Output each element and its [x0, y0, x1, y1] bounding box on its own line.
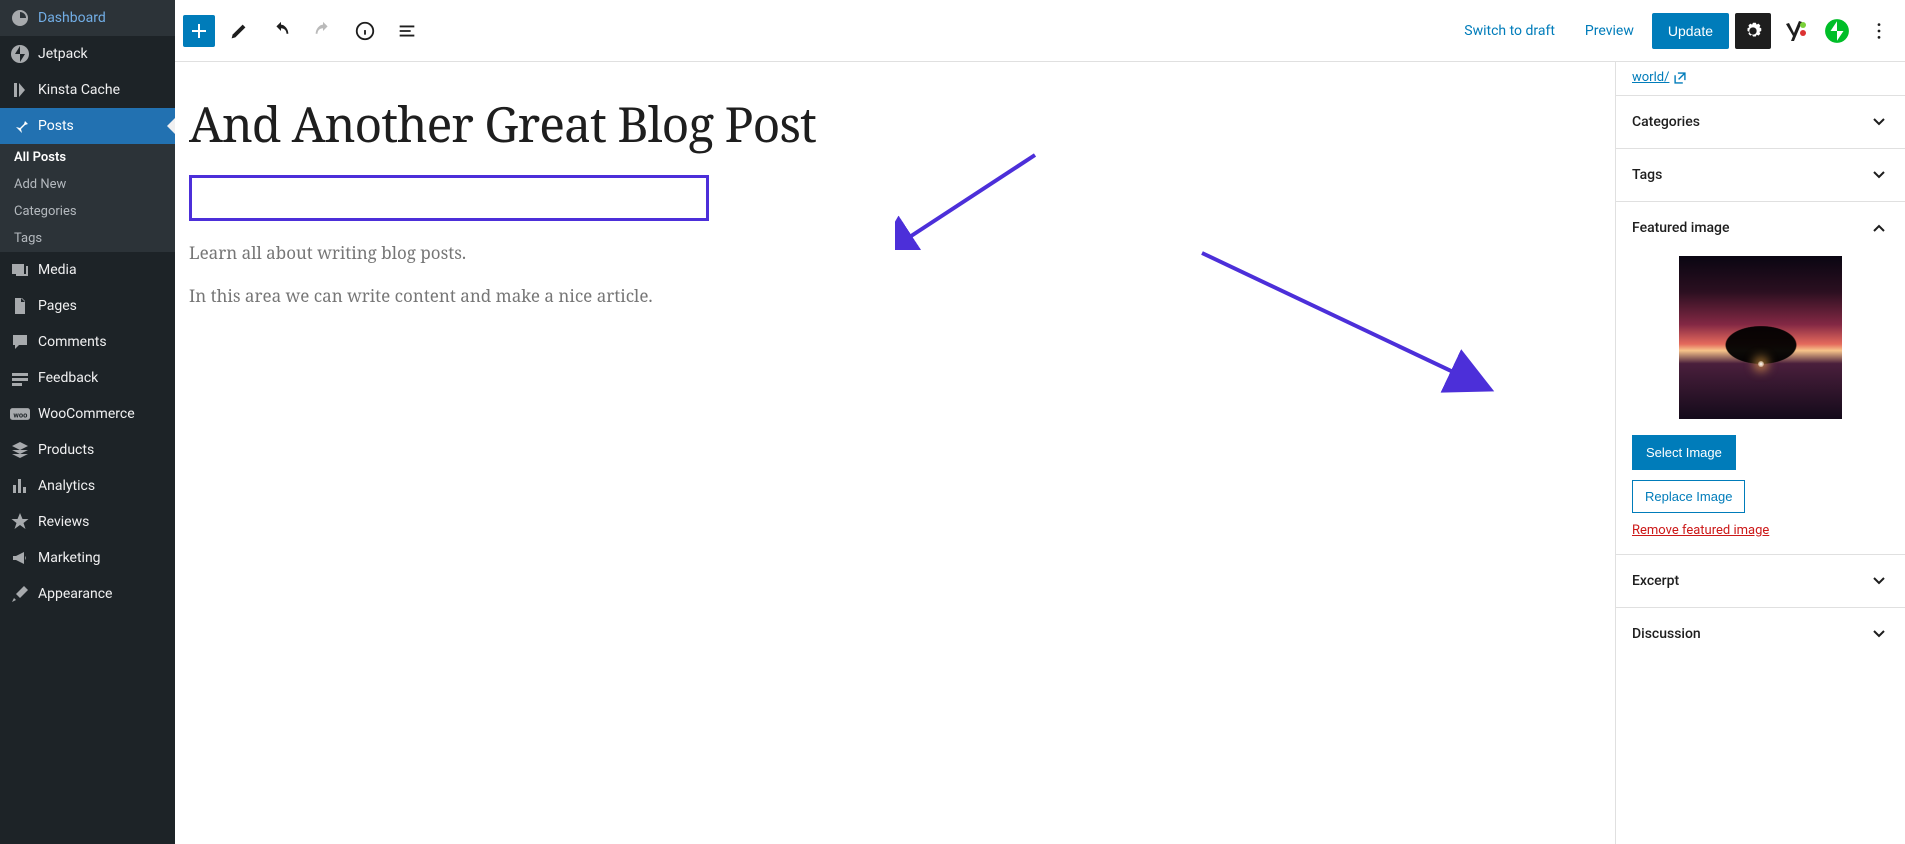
panel-section-discussion[interactable]: Discussion: [1616, 608, 1905, 660]
settings-panel: world/ Categories Tags: [1615, 62, 1905, 844]
sidebar-label: Analytics: [38, 478, 95, 494]
sidebar-item-reviews[interactable]: Reviews: [0, 504, 175, 540]
svg-text:woo: woo: [13, 410, 27, 419]
sidebar-item-analytics[interactable]: Analytics: [0, 468, 175, 504]
remove-featured-image-link[interactable]: Remove featured image: [1632, 523, 1889, 538]
dashboard-icon: [10, 8, 30, 28]
chevron-down-icon: [1869, 571, 1889, 591]
annotation-arrow: [1197, 248, 1497, 398]
undo-button[interactable]: [263, 13, 299, 49]
panel-section-label: Tags: [1632, 167, 1662, 183]
sidebar-item-products[interactable]: Products: [0, 432, 175, 468]
megaphone-icon: [10, 548, 30, 568]
sidebar-item-feedback[interactable]: Feedback: [0, 360, 175, 396]
permalink-link[interactable]: world/: [1632, 70, 1687, 85]
bottom-spacer: [207, 627, 1193, 655]
sidebar-item-appearance[interactable]: Appearance: [0, 576, 175, 612]
sidebar-subitem-add-new[interactable]: Add New: [0, 171, 175, 198]
woocommerce-icon: woo: [10, 404, 30, 424]
panel-section-categories[interactable]: Categories: [1616, 96, 1905, 148]
sidebar-label: Posts: [38, 118, 74, 134]
settings-button[interactable]: [1735, 13, 1771, 49]
editor-canvas-scroll[interactable]: And Another Great Blog Post Learn all ab…: [175, 62, 1615, 844]
sidebar-label: WooCommerce: [38, 406, 135, 422]
sidebar-label: Jetpack: [38, 46, 88, 62]
sidebar-label: Pages: [38, 298, 77, 314]
sidebar-label: Kinsta Cache: [38, 82, 120, 98]
sidebar-item-pages[interactable]: Pages: [0, 288, 175, 324]
sidebar-label: Marketing: [38, 550, 101, 566]
panel-section-label: Discussion: [1632, 626, 1701, 642]
sidebar-subitem-all-posts[interactable]: All Posts: [0, 144, 175, 171]
panel-section-label: Excerpt: [1632, 573, 1679, 589]
featured-image-thumbnail[interactable]: [1679, 256, 1842, 419]
kinsta-icon: [10, 80, 30, 100]
sidebar-item-comments[interactable]: Comments: [0, 324, 175, 360]
media-icon: [10, 260, 30, 280]
feedback-icon: [10, 368, 30, 388]
redo-button[interactable]: [305, 13, 341, 49]
star-icon: [10, 512, 30, 532]
brush-icon: [10, 584, 30, 604]
switch-to-draft-button[interactable]: Switch to draft: [1452, 17, 1567, 45]
panel-section-label: Featured image: [1632, 220, 1730, 236]
sidebar-label: Reviews: [38, 514, 89, 530]
sidebar-subitem-tags[interactable]: Tags: [0, 225, 175, 252]
sidebar-item-woocommerce[interactable]: woo WooCommerce: [0, 396, 175, 432]
panel-section-excerpt[interactable]: Excerpt: [1616, 555, 1905, 607]
sidebar-label: Appearance: [38, 586, 112, 602]
sidebar-item-kinsta[interactable]: Kinsta Cache: [0, 72, 175, 108]
panel-section-featured-image[interactable]: Featured image: [1616, 202, 1905, 254]
chevron-up-icon: [1869, 218, 1889, 238]
post-title[interactable]: And Another Great Blog Post: [189, 92, 1211, 157]
sidebar-label: Products: [38, 442, 94, 458]
chevron-down-icon: [1869, 624, 1889, 644]
info-button[interactable]: [347, 13, 383, 49]
more-options-button[interactable]: [1861, 13, 1897, 49]
panel-section-tags[interactable]: Tags: [1616, 149, 1905, 201]
sidebar-subitem-categories[interactable]: Categories: [0, 198, 175, 225]
edit-mode-button[interactable]: [221, 13, 257, 49]
sidebar-item-jetpack[interactable]: Jetpack: [0, 36, 175, 72]
admin-sidebar: Dashboard Jetpack Kinsta Cache Posts All…: [0, 0, 175, 844]
editor-workspace: Switch to draft Preview Update: [175, 0, 1905, 844]
sidebar-label: Media: [38, 262, 77, 278]
comments-icon: [10, 332, 30, 352]
add-block-button[interactable]: [183, 15, 215, 47]
analytics-icon: [10, 476, 30, 496]
sidebar-item-marketing[interactable]: Marketing: [0, 540, 175, 576]
chevron-down-icon: [1869, 165, 1889, 185]
jetpack-toolbar-icon[interactable]: [1819, 13, 1855, 49]
sidebar-item-posts[interactable]: Posts: [0, 108, 175, 144]
chevron-down-icon: [1869, 112, 1889, 132]
panel-section-label: Categories: [1632, 114, 1700, 130]
sidebar-label: Feedback: [38, 370, 98, 386]
external-link-icon: [1673, 71, 1687, 85]
selected-empty-block[interactable]: [189, 175, 709, 221]
sidebar-item-dashboard[interactable]: Dashboard: [0, 0, 175, 36]
pin-icon: [10, 116, 30, 136]
sidebar-submenu-posts: All Posts Add New Categories Tags: [0, 144, 175, 252]
preview-button[interactable]: Preview: [1573, 17, 1646, 45]
yoast-button[interactable]: [1777, 13, 1813, 49]
products-icon: [10, 440, 30, 460]
outline-button[interactable]: [389, 13, 425, 49]
sidebar-label: Dashboard: [38, 10, 106, 26]
jetpack-icon: [10, 44, 30, 64]
paragraph-block[interactable]: In this area we can write content and ma…: [189, 284, 1211, 307]
replace-image-button[interactable]: Replace Image: [1632, 480, 1745, 513]
pages-icon: [10, 296, 30, 316]
sidebar-item-media[interactable]: Media: [0, 252, 175, 288]
permalink-row: world/: [1616, 62, 1905, 95]
editor-toolbar: Switch to draft Preview Update: [175, 0, 1905, 62]
update-button[interactable]: Update: [1652, 13, 1729, 49]
select-image-button[interactable]: Select Image: [1632, 435, 1736, 470]
sidebar-label: Comments: [38, 334, 107, 350]
paragraph-block[interactable]: Learn all about writing blog posts.: [189, 241, 1211, 264]
